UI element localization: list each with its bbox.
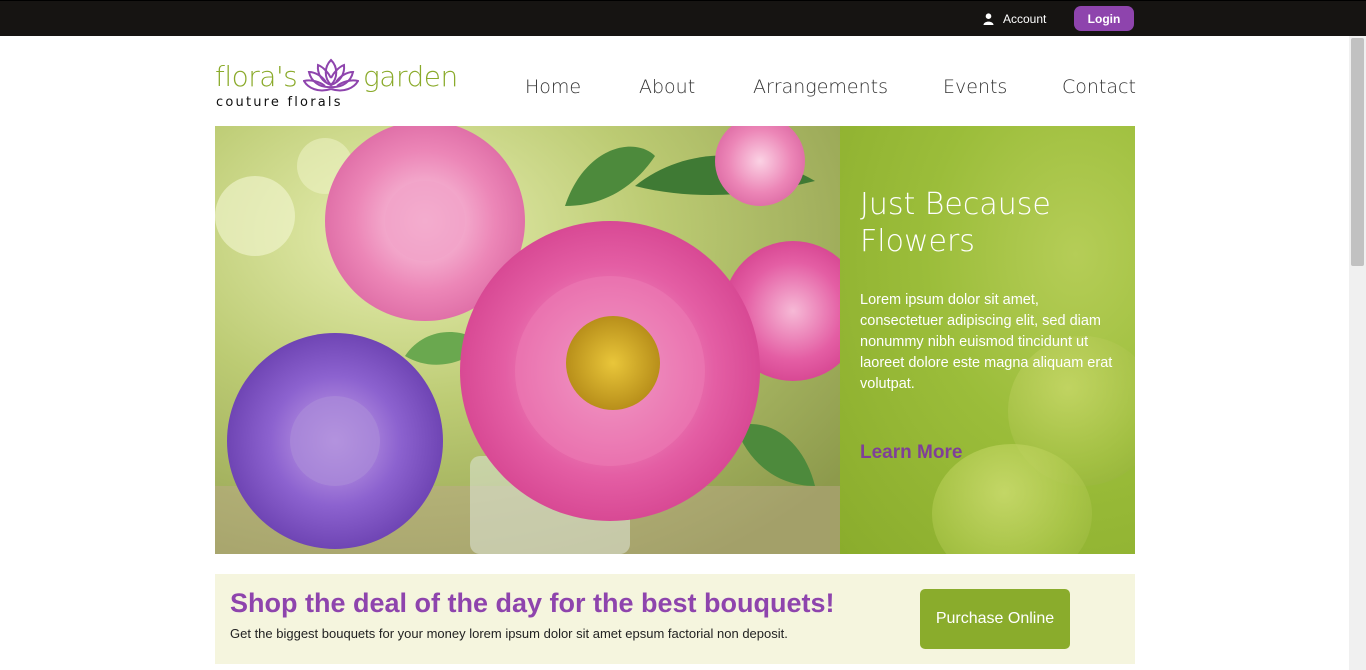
account-link[interactable]: Account <box>983 10 1046 28</box>
nav-contact[interactable]: Contact <box>1062 76 1136 98</box>
learn-more-link[interactable]: Learn More <box>860 442 962 464</box>
hero-banner: Just Because Flowers Lorem ipsum dolor s… <box>215 126 1135 554</box>
promo-title: Shop the deal of the day for the best bo… <box>230 588 835 618</box>
logo-tagline: couture florals <box>216 95 343 110</box>
logo-word-garden: garden <box>363 60 458 93</box>
promo-description: Get the biggest bouquets for your money … <box>230 626 788 641</box>
deal-of-day-banner: Shop the deal of the day for the best bo… <box>215 574 1135 664</box>
hero-description: Lorem ipsum dolor sit amet, consectetuer… <box>860 292 1113 392</box>
nav-events[interactable]: Events <box>943 76 1007 98</box>
site-logo[interactable]: flora's garden couture florals <box>215 54 475 114</box>
lotus-icon <box>303 58 359 92</box>
user-icon <box>983 13 994 25</box>
top-bar: Account Login <box>0 0 1366 36</box>
login-button[interactable]: Login <box>1074 6 1134 31</box>
nav-arrangements[interactable]: Arrangements <box>753 76 888 98</box>
account-label: Account <box>1003 12 1047 26</box>
scrollbar-thumb[interactable] <box>1351 38 1364 266</box>
logo-word-floras: flora's <box>215 60 298 93</box>
hero-text-panel: Just Because Flowers Lorem ipsum dolor s… <box>840 126 1135 554</box>
nav-about[interactable]: About <box>639 76 695 98</box>
nav-home[interactable]: Home <box>525 76 581 98</box>
flower-bouquet-image <box>215 126 840 554</box>
purchase-online-button[interactable]: Purchase Online <box>920 589 1070 649</box>
hero-title: Just Because Flowers <box>860 187 1051 259</box>
